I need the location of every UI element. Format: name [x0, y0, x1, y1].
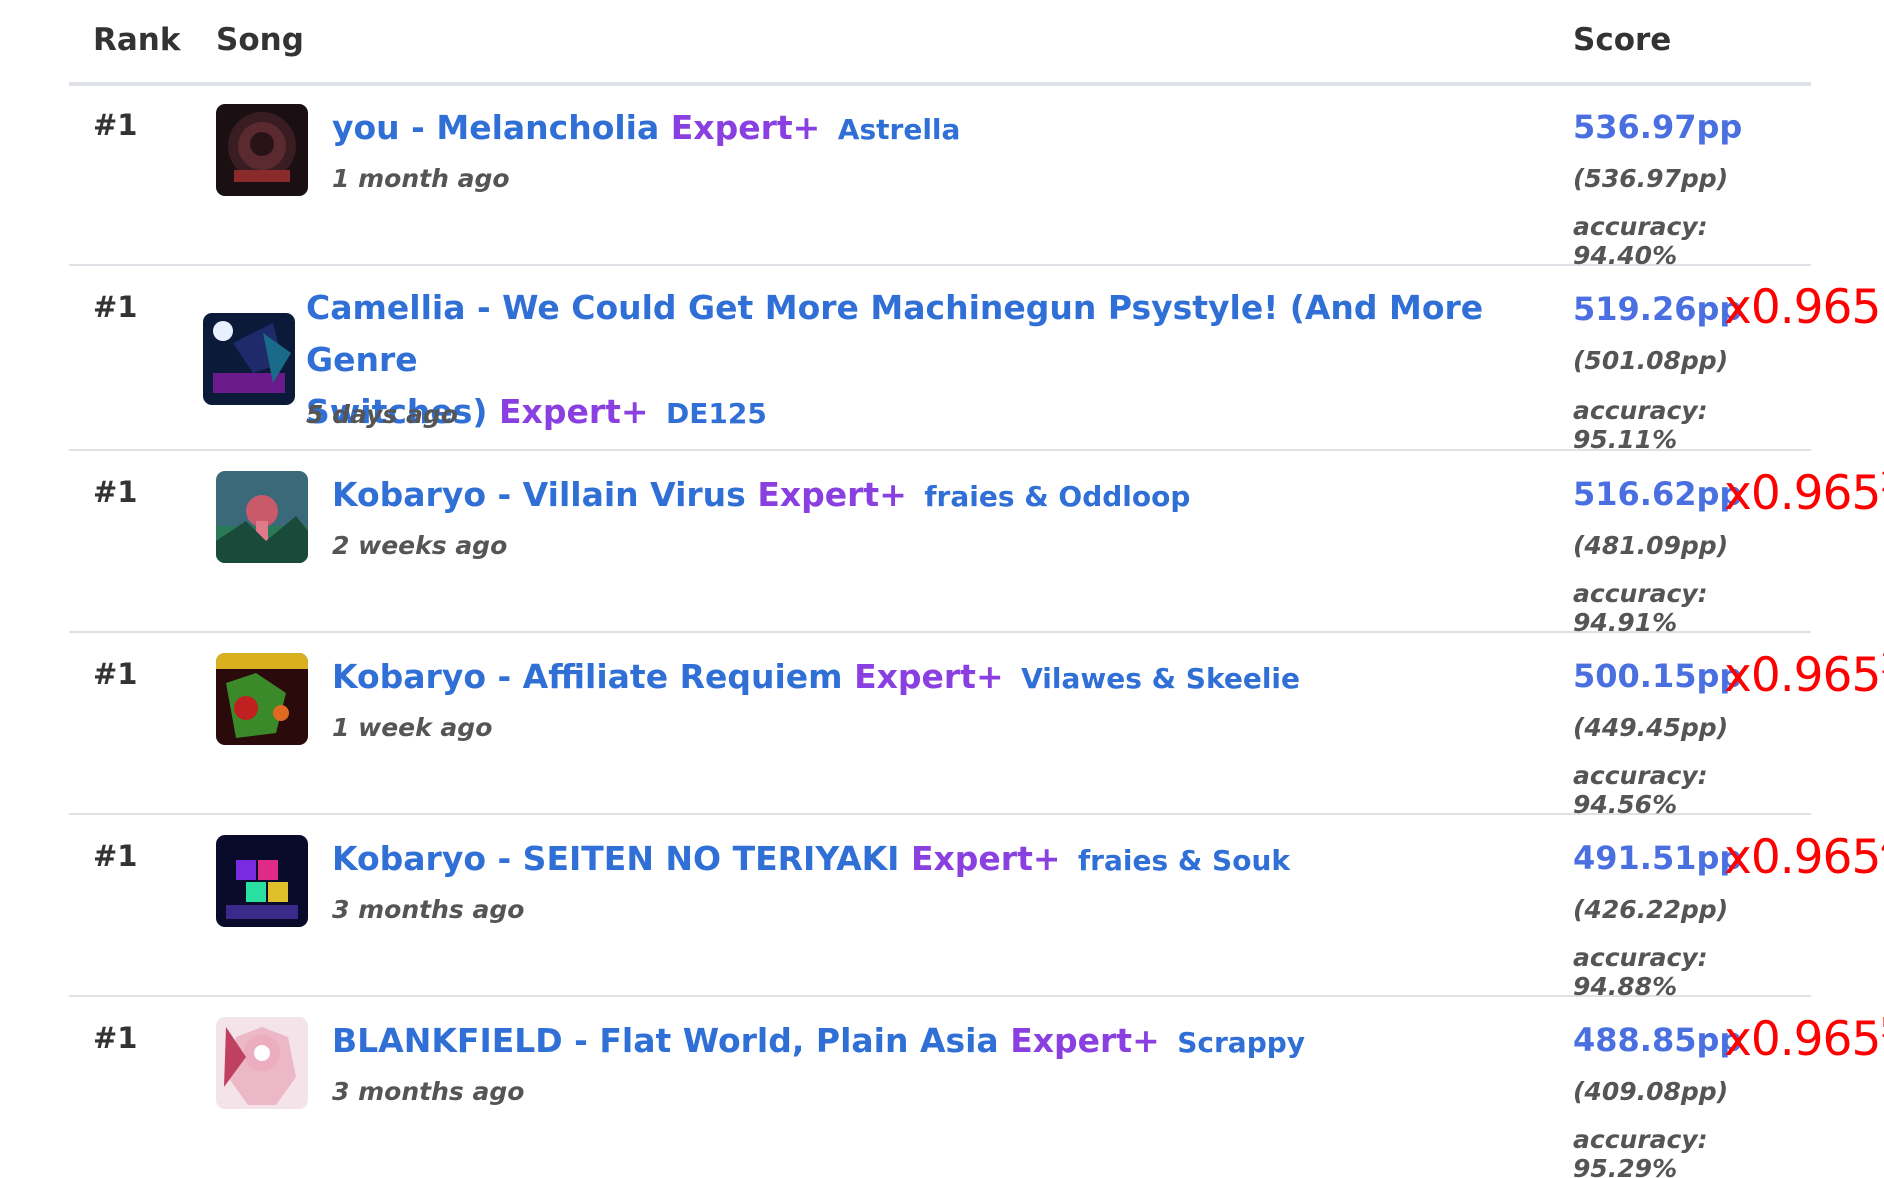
- song-cover[interactable]: [216, 1017, 308, 1109]
- accuracy-value: accuracy: 94.91%: [1573, 579, 1708, 637]
- song-title-line[interactable]: you - Melancholia Expert+ Astrella: [332, 102, 960, 156]
- accuracy-value: accuracy: 94.88%: [1573, 943, 1708, 1001]
- song-cover[interactable]: [216, 471, 308, 563]
- rank-value: #1: [93, 108, 138, 142]
- time-ago: 1 month ago: [332, 164, 510, 193]
- difficulty-label: Expert+: [1010, 1021, 1160, 1060]
- song-title[interactable]: Kobaryo - Affiliate Requiem: [332, 657, 843, 696]
- weighted-pp: (409.08pp): [1573, 1077, 1729, 1106]
- song-title-block[interactable]: Camellia - We Could Get More Machinegun …: [306, 282, 1586, 440]
- song-cover[interactable]: [216, 104, 308, 196]
- difficulty-label: Expert+: [670, 108, 821, 147]
- song-title[interactable]: Kobaryo - Villain Virus: [332, 475, 746, 514]
- rank-value: #1: [93, 290, 138, 324]
- difficulty-label: Expert+: [854, 657, 1004, 696]
- song-title[interactable]: Kobaryo - SEITEN NO TERIYAKI: [332, 839, 899, 878]
- pp-value: 488.85pp: [1573, 1021, 1743, 1059]
- mapper-link[interactable]: DE125: [666, 397, 767, 430]
- song-title[interactable]: you - Melancholia: [332, 108, 659, 147]
- rank-value: #1: [93, 657, 138, 691]
- table-row: #1 Kobaryo - Villain Virus Expert+ fraie…: [69, 451, 1884, 637]
- weight-multiplier: x0.9654: [1724, 829, 1884, 885]
- mapper-link[interactable]: Scrappy: [1177, 1026, 1305, 1059]
- song-title-line1[interactable]: Camellia - We Could Get More Machinegun …: [306, 282, 1586, 386]
- pp-value: 516.62pp: [1573, 475, 1743, 513]
- song-cover[interactable]: [203, 313, 295, 405]
- table-row: #1 BLANKFIELD - Flat World, Plain Asia E…: [69, 997, 1884, 1178]
- song-title-line[interactable]: Kobaryo - SEITEN NO TERIYAKI Expert+ fra…: [332, 833, 1290, 887]
- multiplier-exponent: 5: [1880, 1011, 1884, 1044]
- table-header: Rank Song Score: [69, 0, 1811, 86]
- accuracy-value: accuracy: 95.11%: [1573, 396, 1708, 454]
- song-title[interactable]: BLANKFIELD - Flat World, Plain Asia: [332, 1021, 999, 1060]
- accuracy-value: accuracy: 94.40%: [1573, 212, 1708, 270]
- mapper-link[interactable]: fraies & Souk: [1078, 844, 1290, 877]
- header-rank: Rank: [93, 22, 181, 58]
- weighted-pp: (536.97pp): [1573, 164, 1729, 193]
- time-ago: 1 week ago: [332, 713, 493, 742]
- mapper-link[interactable]: Astrella: [838, 113, 961, 146]
- song-cover[interactable]: [216, 653, 308, 745]
- multiplier-exponent: 3: [1880, 647, 1884, 680]
- time-ago: 3 months ago: [332, 1077, 525, 1106]
- table-row: #1 Camellia - We Could Get More Machineg…: [69, 266, 1881, 454]
- pp-value: 519.26pp: [1573, 290, 1743, 328]
- table-row: #1 Kobaryo - SEITEN NO TERIYAKI Expert+ …: [69, 815, 1884, 1001]
- pp-value: 491.51pp: [1573, 839, 1743, 877]
- header-song: Song: [216, 22, 304, 58]
- song-title-line[interactable]: BLANKFIELD - Flat World, Plain Asia Expe…: [332, 1015, 1305, 1069]
- table-row: #1 you - Melancholia Expert+ Astrella 1 …: [69, 84, 1811, 270]
- leaderboard-table: Rank Song Score #1 you - Melancholia Exp…: [0, 0, 1884, 1178]
- difficulty-label: Expert+: [757, 475, 907, 514]
- weighted-pp: (481.09pp): [1573, 531, 1729, 560]
- weight-multiplier: x0.9653: [1724, 647, 1884, 703]
- pp-value: 536.97pp: [1573, 108, 1743, 146]
- accuracy-value: accuracy: 95.29%: [1573, 1125, 1708, 1178]
- song-title-line[interactable]: Kobaryo - Villain Virus Expert+ fraies &…: [332, 469, 1190, 523]
- weight-multiplier: x0.965: [1724, 280, 1881, 335]
- table-row: #1 Kobaryo - Affiliate Requiem Expert+ V…: [69, 633, 1884, 819]
- song-title-line[interactable]: Kobaryo - Affiliate Requiem Expert+ Vila…: [332, 651, 1300, 705]
- rank-value: #1: [93, 1021, 138, 1055]
- multiplier-exponent: 4: [1880, 829, 1884, 862]
- weighted-pp: (501.08pp): [1573, 346, 1729, 375]
- weight-multiplier: x0.9655: [1724, 1011, 1884, 1067]
- multiplier-exponent: 2: [1880, 465, 1884, 498]
- mapper-link[interactable]: fraies & Oddloop: [924, 480, 1190, 513]
- time-ago: 2 weeks ago: [332, 531, 508, 560]
- difficulty-label: Expert+: [499, 392, 649, 431]
- rank-value: #1: [93, 475, 138, 509]
- difficulty-label: Expert+: [910, 839, 1061, 878]
- rank-value: #1: [93, 839, 138, 873]
- weight-multiplier: x0.9652: [1724, 465, 1884, 521]
- weighted-pp: (449.45pp): [1573, 713, 1729, 742]
- pp-value: 500.15pp: [1573, 657, 1743, 695]
- header-score: Score: [1573, 22, 1672, 58]
- weighted-pp: (426.22pp): [1573, 895, 1729, 924]
- song-cover[interactable]: [216, 835, 308, 927]
- mapper-link[interactable]: Vilawes & Skeelie: [1021, 662, 1300, 695]
- time-ago: 5 days ago: [306, 400, 458, 429]
- accuracy-value: accuracy: 94.56%: [1573, 761, 1708, 819]
- time-ago: 3 months ago: [332, 895, 525, 924]
